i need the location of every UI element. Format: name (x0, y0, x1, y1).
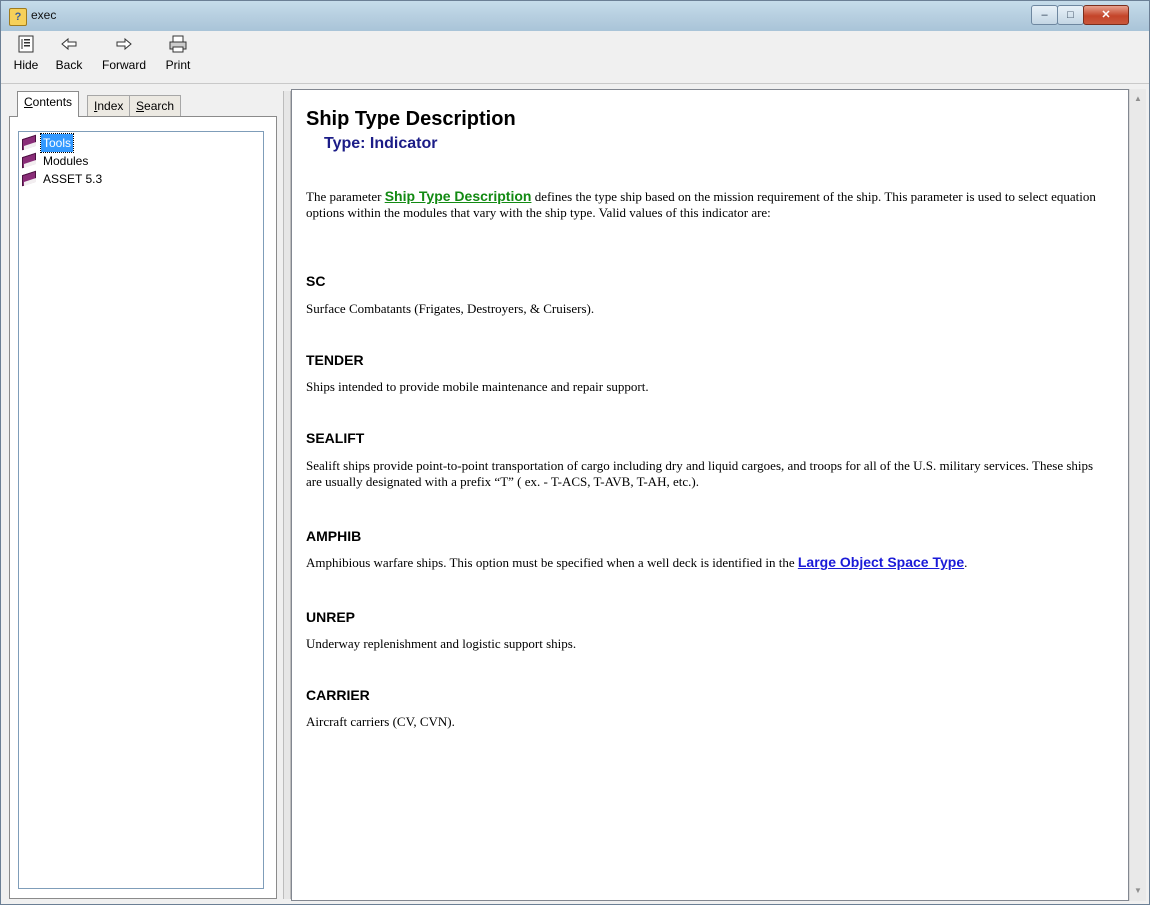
book-icon (21, 170, 37, 187)
window-title: exec (31, 8, 57, 22)
section-text-sc: Surface Combatants (Frigates, Destroyers… (306, 301, 595, 316)
hide-pane-icon (7, 34, 45, 58)
large-object-space-type-link[interactable]: Large Object Space Type (798, 554, 964, 570)
forward-button[interactable]: Forward (93, 34, 155, 80)
close-button[interactable]: ✕ (1083, 5, 1129, 25)
topic-pane: Ship Type Description Type: Indicator Th… (291, 89, 1129, 901)
printer-icon (155, 34, 201, 58)
back-button[interactable]: Back (47, 34, 91, 80)
section-text-unrep: Underway replenishment and logistic supp… (306, 636, 577, 651)
book-icon (21, 134, 37, 151)
section-heading-amphib: AMPHIB (306, 528, 362, 544)
hide-label: Hide (13, 58, 39, 72)
section-heading-carrier: CARRIER (306, 687, 370, 703)
section-text-sealift: Sealift ships provide point-to-point tra… (306, 458, 1094, 489)
tree-item-label: Tools (39, 133, 75, 153)
maximize-button[interactable]: □ (1057, 5, 1084, 25)
page-title: Ship Type Description (306, 108, 516, 130)
navigation-pane: Contents Index Search Tools Modules ASSE… (9, 91, 277, 899)
pane-splitter[interactable] (283, 91, 291, 899)
contents-tree[interactable]: Tools Modules ASSET 5.3 (18, 131, 264, 889)
hide-button[interactable]: Hide (7, 34, 45, 80)
section-heading-sealift: SEALIFT (306, 430, 365, 446)
contents-panel: Tools Modules ASSET 5.3 (9, 116, 277, 899)
ship-type-description-link[interactable]: Ship Type Description (385, 188, 532, 204)
tab-index[interactable]: Index (87, 95, 131, 117)
help-file-icon: ? (9, 8, 27, 26)
print-label: Print (165, 58, 191, 72)
vertical-scrollbar[interactable]: ▲ ▼ (1129, 89, 1146, 901)
section-heading-unrep: UNREP (306, 609, 356, 625)
toolbar: Hide Back Forward Print (1, 31, 1149, 84)
print-button[interactable]: Print (155, 34, 201, 80)
tree-item-label: Modules (43, 154, 89, 168)
help-window: ? exec – □ ✕ Hide Back Forward Print Con… (0, 0, 1150, 905)
minimize-button[interactable]: – (1031, 5, 1058, 25)
section-text-amphib: Amphibious warfare ships. This option mu… (306, 554, 968, 570)
page-subtitle: Type: Indicator (324, 135, 438, 152)
tab-contents[interactable]: Contents (17, 91, 80, 117)
section-heading-sc: SC (306, 273, 326, 289)
section-text-tender: Ships intended to provide mobile mainten… (306, 379, 649, 394)
forward-label: Forward (101, 58, 146, 72)
arrow-left-icon (47, 34, 91, 58)
scroll-up-icon[interactable]: ▲ (1130, 91, 1146, 107)
section-heading-tender: TENDER (306, 352, 364, 368)
scroll-down-icon[interactable]: ▼ (1130, 883, 1146, 899)
topic-document: Ship Type Description Type: Indicator Th… (306, 106, 1116, 729)
back-label: Back (55, 58, 83, 72)
section-text-carrier: Aircraft carriers (CV, CVN). (306, 714, 455, 729)
tree-item-label: ASSET 5.3 (43, 172, 103, 186)
arrow-right-icon (93, 34, 155, 58)
nav-tabs: Contents Index Search (9, 91, 277, 117)
book-icon (21, 152, 37, 169)
intro-paragraph: The parameter Ship Type Description defi… (306, 188, 1096, 220)
tab-search[interactable]: Search (129, 95, 182, 117)
title-bar[interactable]: ? exec – □ ✕ (1, 1, 1149, 31)
